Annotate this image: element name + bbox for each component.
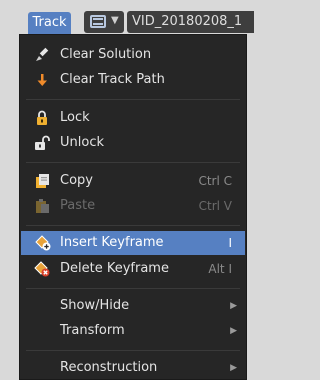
menu-item-insert-keyframe[interactable]: Insert Keyframe I (21, 231, 245, 255)
submenu-arrow-icon: ▶ (230, 301, 237, 311)
lock-icon (37, 110, 47, 125)
keyframe-delete-icon (34, 261, 50, 277)
clip-name-field[interactable]: VID_20180208_1 (127, 11, 254, 33)
menu-item-label: Transform (60, 323, 125, 338)
menu-item-lock[interactable]: Lock (20, 106, 246, 130)
movie-clip-icon (90, 15, 106, 28)
menu-item-label: Unlock (60, 135, 104, 150)
copy-icon (36, 174, 49, 188)
shortcut-label: I (228, 236, 232, 250)
menu-item-delete-keyframe[interactable]: Delete Keyframe Alt I (20, 257, 246, 281)
chevron-down-icon: ▼ (111, 15, 119, 26)
menu-item-clear-track-path[interactable]: Clear Track Path (20, 68, 246, 92)
menu-item-show-hide[interactable]: Show/Hide ▶ (20, 294, 246, 318)
track-dropdown-menu: Clear Solution Clear Track Path Lock Unl… (19, 34, 247, 380)
menu-item-label: Insert Keyframe (60, 235, 164, 250)
menu-item-label: Lock (60, 110, 90, 125)
shortcut-label: Ctrl C (198, 174, 232, 188)
menu-item-label: Clear Solution (60, 47, 152, 62)
menu-item-clear-solution[interactable]: Clear Solution (20, 43, 246, 67)
menu-separator (26, 288, 240, 289)
menu-separator (26, 350, 240, 351)
arrow-down-icon (37, 74, 47, 86)
unlock-icon (35, 135, 50, 150)
menu-item-copy[interactable]: Copy Ctrl C (20, 169, 246, 193)
submenu-arrow-icon: ▶ (230, 363, 237, 373)
menu-item-label: Reconstruction (60, 360, 158, 375)
shortcut-label: Alt I (208, 262, 232, 276)
menu-item-label: Copy (60, 173, 93, 188)
header-bar: Track ▼ VID_20180208_1 (0, 0, 254, 34)
track-menu-button[interactable]: Track (28, 12, 71, 34)
menu-separator (26, 225, 240, 226)
keyframe-insert-icon (35, 235, 51, 251)
brush-icon (36, 47, 49, 61)
menu-separator (26, 99, 240, 100)
menu-item-label: Paste (60, 198, 96, 213)
menu-item-label: Delete Keyframe (60, 261, 169, 276)
menu-item-label: Show/Hide (60, 298, 130, 313)
clip-selector[interactable]: ▼ (84, 11, 124, 33)
shortcut-label: Ctrl V (198, 199, 232, 213)
menu-item-label: Clear Track Path (60, 72, 165, 87)
menu-item-transform[interactable]: Transform ▶ (20, 319, 246, 343)
menu-item-unlock[interactable]: Unlock (20, 131, 246, 155)
menu-item-paste: Paste Ctrl V (20, 194, 246, 218)
paste-icon (36, 199, 49, 213)
menu-separator (26, 162, 240, 163)
menu-item-reconstruction[interactable]: Reconstruction ▶ (20, 356, 246, 380)
submenu-arrow-icon: ▶ (230, 326, 237, 336)
